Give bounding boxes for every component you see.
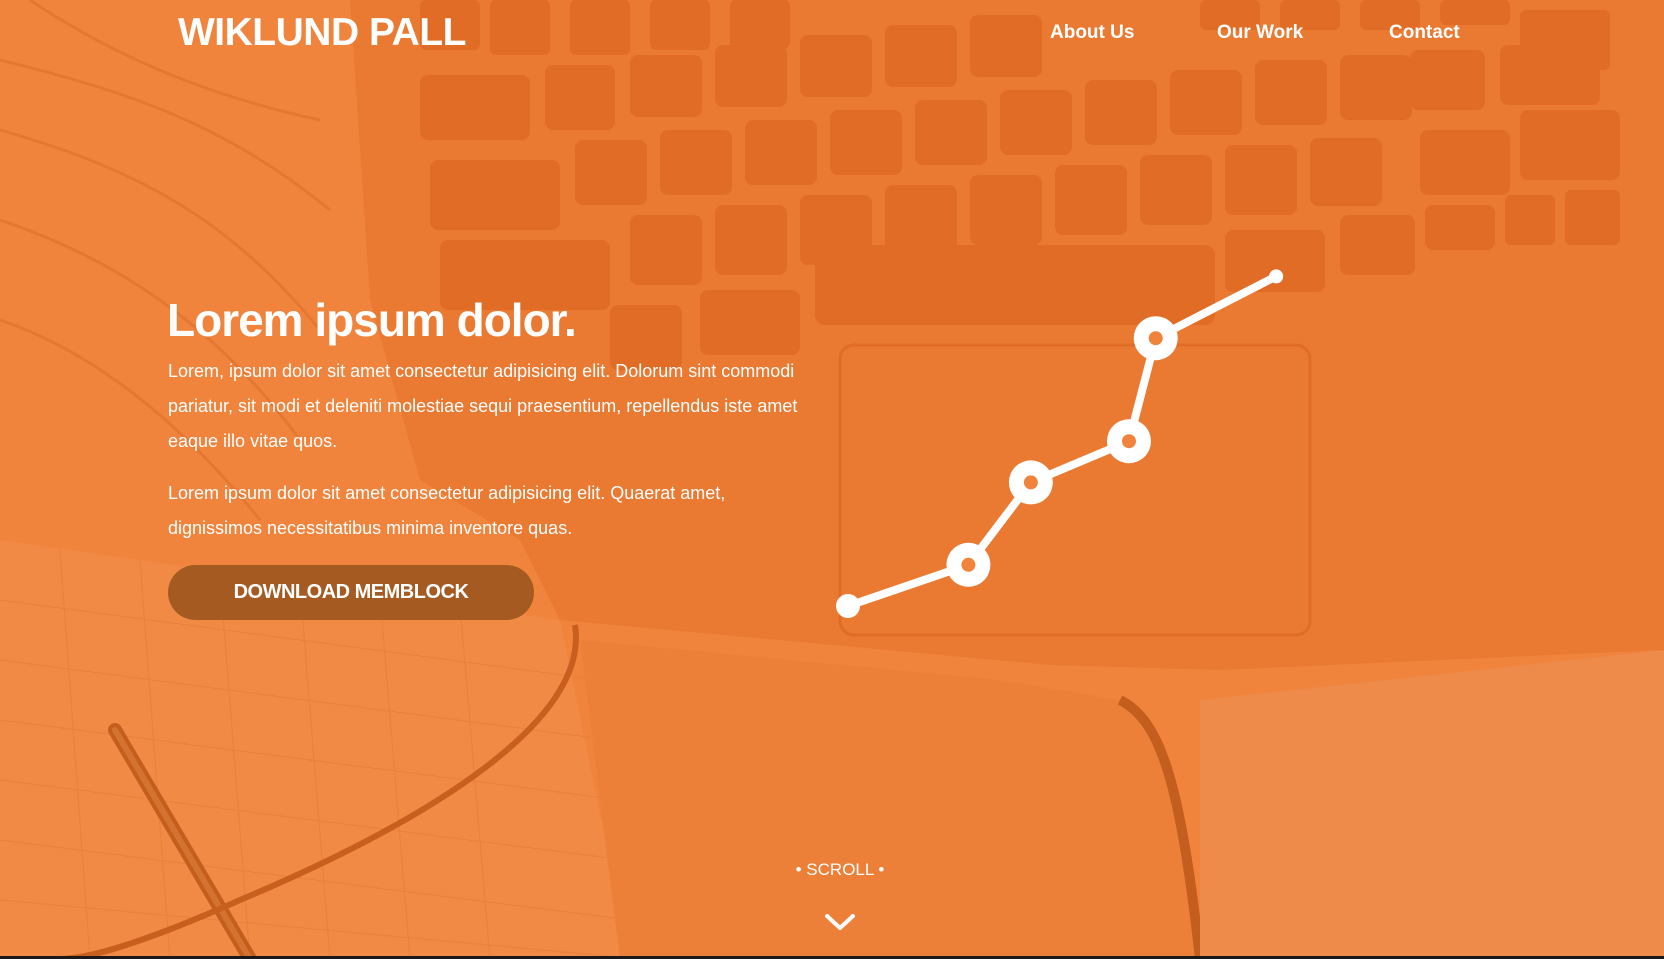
chart-series-line [844,272,1281,610]
chevron-down-icon[interactable] [823,911,857,933]
chart-point-center [961,557,976,572]
chart-point [836,594,860,618]
scroll-label: • SCROLL • [795,860,885,879]
nav-about-us[interactable]: About Us [1050,18,1134,48]
download-memblock-button[interactable]: DOWNLOAD MEMBLOCK [168,565,534,620]
growth-line-chart [836,269,1284,618]
chart-point [1269,269,1284,284]
chart-point-center [1023,475,1038,490]
chart-point-center [1148,331,1163,346]
nav-contact[interactable]: Contact [1389,18,1460,48]
hero-paragraph-1: Lorem, ipsum dolor sit amet consectetur … [168,361,798,451]
brand-logo[interactable]: WIKLUND PALL [178,10,466,56]
hero-section: WIKLUND PALL About Us Our Work Contact L… [0,0,1664,959]
hero-paragraph-2: Lorem ipsum dolor sit amet consectetur a… [168,483,726,538]
nav-our-work[interactable]: Our Work [1217,18,1303,48]
chart-point-center [1121,434,1136,449]
hero-headline: Lorem ipsum dolor. [167,294,577,346]
